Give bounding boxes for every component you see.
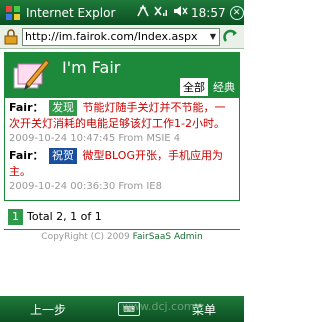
signal-off-icon[interactable] [153, 3, 169, 22]
site-header: I'm Fair 全部 经典 [4, 52, 240, 98]
address-bar: http://im.fairok.com/Index.aspx ▼ [0, 25, 244, 49]
list-item: Fair： 祝贺 微型BLOG开张，手机应用为主。 2009-10-24 00:… [9, 148, 235, 194]
clock[interactable]: 18:57 [191, 6, 226, 20]
close-icon[interactable]: ✕ [229, 5, 244, 20]
web-page: I'm Fair 全部 经典 Fair： 发现 节能灯随手关灯并不节能，一次开关… [0, 50, 244, 296]
watermark: www.dcj.com [122, 300, 195, 313]
site-name: I'm Fair [62, 58, 121, 77]
post-tag[interactable]: 祝贺 [49, 148, 77, 164]
volume-muted-icon[interactable] [172, 3, 188, 22]
list-item: Fair： 发现 节能灯随手关灯并不节能，一次开关灯消耗的电能足够该灯工作1-2… [9, 100, 235, 146]
tab-all[interactable]: 全部 [180, 78, 208, 96]
site-logo-icon [8, 54, 52, 96]
category-tabs: 全部 经典 [180, 78, 238, 96]
chevron-down-icon[interactable]: ▼ [207, 29, 219, 45]
post-meta: 2009-10-24 10:47:45 From MSIE 4 [9, 133, 181, 144]
page-info-icon[interactable] [2, 28, 20, 46]
url-input[interactable]: http://im.fairok.com/Index.aspx ▼ [22, 27, 220, 46]
windows-start-icon[interactable] [2, 2, 24, 24]
page-total: Total 2, 1 of 1 [27, 210, 102, 223]
back-softkey[interactable]: 上一步 [30, 301, 66, 318]
post-body: Fair： 祝贺 微型BLOG开张，手机应用为主。 [9, 148, 235, 180]
window-title: Internet Explor [26, 5, 116, 20]
post-body: Fair： 发现 节能灯随手关灯并不节能，一次开关灯消耗的电能足够该灯工作1-2… [9, 100, 235, 132]
post-author[interactable]: Fair： [9, 101, 44, 114]
post-tag[interactable]: 发现 [49, 100, 77, 116]
page-number-button[interactable]: 1 [8, 208, 23, 225]
pagination: 1 Total 2, 1 of 1 [4, 204, 240, 230]
tab-classic[interactable]: 经典 [210, 78, 238, 96]
copyright-text: CopyRight (C) 2009 [41, 232, 133, 242]
post-meta: 2009-10-24 00:36:30 From IE8 [9, 181, 162, 192]
connectivity-icon[interactable] [136, 3, 150, 22]
url-text: http://im.fairok.com/Index.aspx [25, 29, 198, 43]
page-footer: CopyRight (C) 2009 FairSaaS Admin [4, 232, 240, 242]
post-list: Fair： 发现 节能灯随手关灯并不节能，一次开关灯消耗的电能足够该灯工作1-2… [4, 98, 240, 201]
go-arrow-icon[interactable] [222, 28, 240, 46]
admin-link[interactable]: FairSaaS Admin [133, 232, 203, 242]
post-author[interactable]: Fair： [9, 149, 44, 162]
menu-softkey[interactable]: 菜单 [192, 301, 216, 318]
status-bar: Internet Explor 18:57 ✕ [0, 0, 244, 25]
